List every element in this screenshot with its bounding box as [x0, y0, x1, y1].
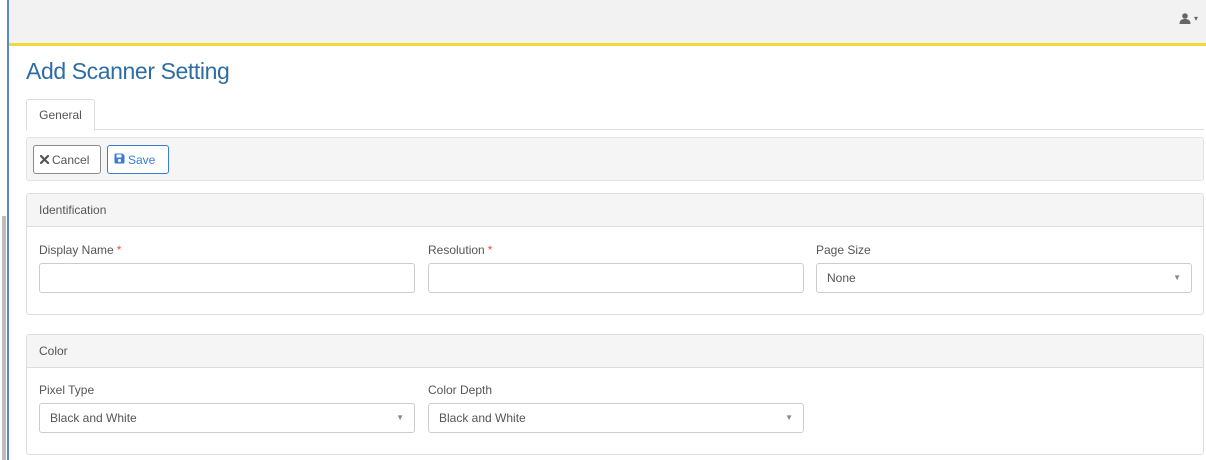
- dropdown-arrow-icon: ▼: [1173, 273, 1181, 282]
- color-heading: Color: [27, 335, 1203, 368]
- page-size-select[interactable]: None ▼: [816, 263, 1192, 293]
- resolution-input[interactable]: [428, 263, 804, 293]
- tab-bar: General: [26, 99, 1204, 131]
- color-depth-value: Black and White: [439, 411, 526, 425]
- page-size-group: Page Size None ▼: [816, 243, 1192, 293]
- color-panel: Color Pixel Type Black and White ▼ Color…: [26, 334, 1204, 455]
- action-toolbar: Cancel Save: [26, 137, 1204, 181]
- user-icon: [1179, 13, 1191, 24]
- page-size-label: Page Size: [816, 243, 871, 257]
- pixel-type-group: Pixel Type Black and White ▼: [39, 383, 415, 433]
- cancel-button-label: Cancel: [52, 152, 90, 167]
- display-name-input[interactable]: [39, 263, 415, 293]
- scrollbar[interactable]: [2, 216, 6, 460]
- left-border-line: [7, 0, 9, 460]
- resolution-label: Resolution *: [428, 243, 493, 257]
- display-name-group: Display Name *: [39, 243, 415, 293]
- color-depth-group: Color Depth Black and White ▼: [428, 383, 804, 433]
- color-depth-label: Color Depth: [428, 383, 493, 397]
- save-button[interactable]: Save: [107, 145, 169, 174]
- top-navbar: ▾: [9, 0, 1206, 46]
- save-button-label: Save: [128, 152, 156, 167]
- floppy-disk-icon: [114, 153, 125, 167]
- dropdown-arrow-icon: ▼: [785, 413, 793, 422]
- page-size-value: None: [827, 271, 856, 285]
- page-title: Add Scanner Setting: [26, 58, 230, 84]
- pixel-type-label: Pixel Type: [39, 383, 95, 397]
- user-menu-toggle[interactable]: ▾: [1179, 13, 1198, 24]
- display-name-label: Display Name *: [39, 243, 122, 257]
- pixel-type-value: Black and White: [50, 411, 137, 425]
- chevron-down-icon: ▾: [1193, 14, 1198, 23]
- dropdown-arrow-icon: ▼: [396, 413, 404, 422]
- cancel-button[interactable]: Cancel: [33, 145, 101, 174]
- pixel-type-select[interactable]: Black and White ▼: [39, 403, 415, 433]
- left-rail: [0, 0, 9, 460]
- identification-heading: Identification: [27, 194, 1203, 227]
- tab-general[interactable]: General: [26, 99, 95, 131]
- color-depth-select[interactable]: Black and White ▼: [428, 403, 804, 433]
- identification-panel: Identification Display Name * Resolution *…: [26, 193, 1204, 315]
- close-icon: [39, 153, 50, 167]
- resolution-group: Resolution *: [428, 243, 804, 293]
